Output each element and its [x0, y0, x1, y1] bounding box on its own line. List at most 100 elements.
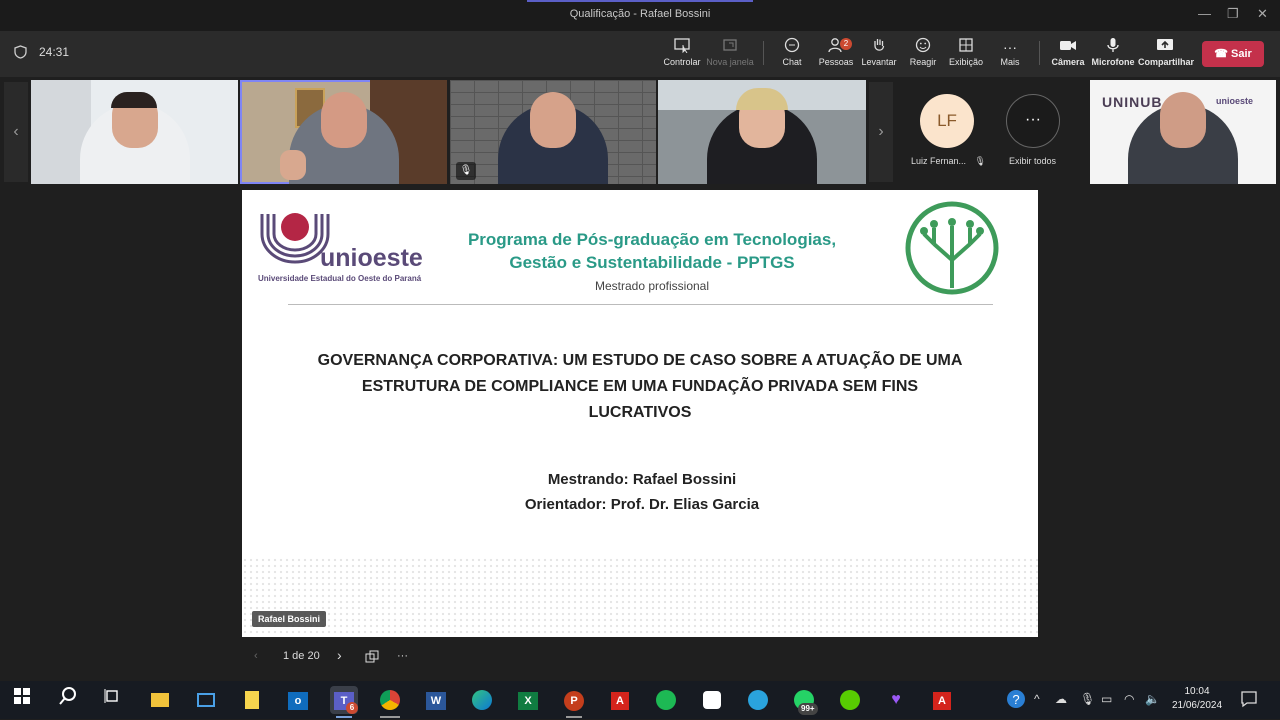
microphone-tray-icon[interactable]: 🎙 [1080, 692, 1095, 706]
clock-time: 10:04 [1184, 686, 1210, 697]
microphone-button[interactable]: Microfone [1087, 37, 1139, 67]
slide-more-options-button[interactable]: ··· [397, 650, 408, 662]
powerpoint-icon[interactable]: P [560, 686, 588, 714]
self-video-tile[interactable]: UNINUB unioeste [1090, 80, 1276, 184]
take-control-label: Controlar [663, 57, 701, 67]
close-button[interactable]: ✕ [1257, 6, 1268, 22]
windows-start-icon[interactable] [8, 686, 36, 714]
muted-mic-icon: 🎙 [456, 162, 476, 180]
teams-icon[interactable]: T 6 [330, 686, 358, 714]
leave-label: Sair [1230, 48, 1252, 60]
spotify-icon[interactable] [652, 686, 680, 714]
share-screen-icon [1138, 37, 1192, 57]
more-button[interactable]: ··· Mais [984, 37, 1036, 67]
slide-thumbnails-button[interactable] [365, 650, 379, 667]
outlook-icon[interactable]: o [284, 686, 312, 714]
people-count-badge: 2 [840, 38, 852, 50]
sticky-notes-icon[interactable] [238, 686, 266, 714]
file-explorer-icon[interactable] [146, 686, 174, 714]
minimize-button[interactable]: — [1198, 6, 1211, 21]
participant-video-tile-speaking[interactable] [240, 80, 447, 184]
window-title-bar: Qualificação - Rafael Bossini — ❐ ✕ [0, 0, 1280, 31]
acrobat-icon[interactable]: A [606, 686, 634, 714]
program-title-line2: Gestão e Sustentabilidade - PPTGS [509, 253, 795, 272]
share-button[interactable]: Compartilhar [1138, 37, 1195, 67]
view-all-participants-button[interactable]: ··· [1006, 94, 1060, 148]
restore-button[interactable]: ❐ [1227, 6, 1239, 22]
svg-text:?: ? [1012, 692, 1019, 707]
timer-text: 24:31 [39, 45, 70, 59]
participant-video-tile[interactable] [658, 80, 866, 184]
wall-logo-right: unioeste [1216, 96, 1254, 106]
thumbnails-icon [365, 650, 379, 663]
open-app-indicator [380, 716, 400, 718]
excel-icon[interactable]: X [514, 686, 542, 714]
view-all-label: Exibir todos [1009, 156, 1057, 166]
hang-up-icon: ☎ [1214, 48, 1228, 60]
onedrive-icon[interactable]: ☁ [1055, 692, 1067, 706]
new-window-label: Nova janela [706, 57, 754, 67]
whatsapp-icon[interactable]: 99+ [790, 686, 818, 715]
word-icon[interactable]: W [422, 686, 450, 714]
edge-icon[interactable] [468, 686, 496, 714]
toolbar-divider [763, 41, 764, 65]
task-view-icon[interactable] [98, 686, 126, 714]
dotted-background-pattern [242, 557, 1038, 637]
university-full-name: Universidade Estadual do Oeste do Paraná [258, 274, 422, 283]
more-label: Mais [1000, 57, 1020, 67]
telegram-icon[interactable] [744, 686, 772, 714]
windows-taskbar: o T 6 W X P A 99+ ♥ A ? ^ ☁ 🎙 ▭ ◠ 🔈 10:0… [0, 681, 1280, 719]
app-window-icon[interactable] [192, 686, 220, 714]
self-head [1160, 92, 1206, 148]
game-app-icon[interactable] [698, 686, 726, 714]
chrome-icon[interactable] [376, 686, 404, 714]
teams-notification-badge: 6 [346, 702, 358, 714]
new-window-button[interactable]: Nova janela [704, 37, 756, 67]
tree-logo-icon [905, 201, 999, 295]
presenter-name-tag: Rafael Bossini [252, 611, 327, 627]
microphone-label: Microfone [1091, 57, 1135, 67]
thesis-title: GOVERNANÇA CORPORATIVA: UM ESTUDO DE CAS… [317, 352, 963, 421]
participant-head [530, 92, 576, 148]
window-title: Qualificação - Rafael Bossini [569, 8, 711, 20]
participant-head [320, 92, 367, 148]
next-slide-button[interactable]: › [337, 647, 342, 663]
muted-mic-icon: 🎙 [974, 156, 986, 166]
more-dots-icon: ··· [1003, 39, 1017, 55]
share-label: Compartilhar [1138, 57, 1195, 67]
program-title-line1: Programa de Pós-graduação em Tecnologias… [467, 230, 837, 249]
participant-hand [280, 150, 306, 180]
participant-name-label: Luiz Fernan... 🎙 [911, 156, 986, 167]
strip-next-arrow[interactable]: › [869, 82, 893, 182]
heart-app-icon[interactable]: ♥ [882, 686, 910, 714]
student-name: Mestrando: Rafael Bossini [547, 471, 737, 488]
participant-hair [111, 92, 157, 108]
battery-icon[interactable]: ▭ [1101, 692, 1112, 706]
wifi-icon[interactable]: ◠ [1124, 692, 1134, 706]
volume-icon[interactable]: 🔈 [1145, 692, 1160, 706]
active-app-indicator [336, 716, 352, 718]
shared-presentation-slide: unioeste Universidade Estadual do Oeste … [242, 190, 1038, 637]
participant-video-tile[interactable]: 🎙 [450, 80, 656, 184]
owl-app-icon[interactable] [836, 686, 864, 714]
open-app-indicator [566, 716, 582, 718]
tray-expand-icon[interactable]: ^ [1034, 692, 1040, 706]
whatsapp-notification-badge: 99+ [798, 703, 818, 715]
screen-control-icon [656, 37, 708, 57]
notification-center-icon[interactable] [1240, 690, 1258, 711]
previous-slide-button[interactable]: ‹ [254, 650, 258, 662]
participant-video-tile[interactable] [31, 80, 238, 184]
strip-prev-arrow[interactable]: ‹ [4, 82, 28, 182]
pdf-reader-icon[interactable]: A [928, 686, 956, 714]
participant-name: Luiz Fernan... [911, 156, 967, 166]
system-clock[interactable]: 10:04 21/06/2024 [1166, 685, 1228, 713]
leave-button[interactable]: ☎ Sair [1202, 41, 1264, 67]
take-control-button[interactable]: Controlar [656, 37, 708, 67]
participant-avatar[interactable]: LF [920, 94, 974, 148]
new-window-icon [704, 37, 756, 57]
wall-logo-left: UNINUB [1102, 94, 1163, 110]
program-degree: Mestrado profissional [594, 279, 710, 293]
title-accent [527, 0, 753, 2]
help-icon[interactable]: ? [1006, 689, 1026, 712]
search-icon[interactable] [54, 686, 82, 714]
